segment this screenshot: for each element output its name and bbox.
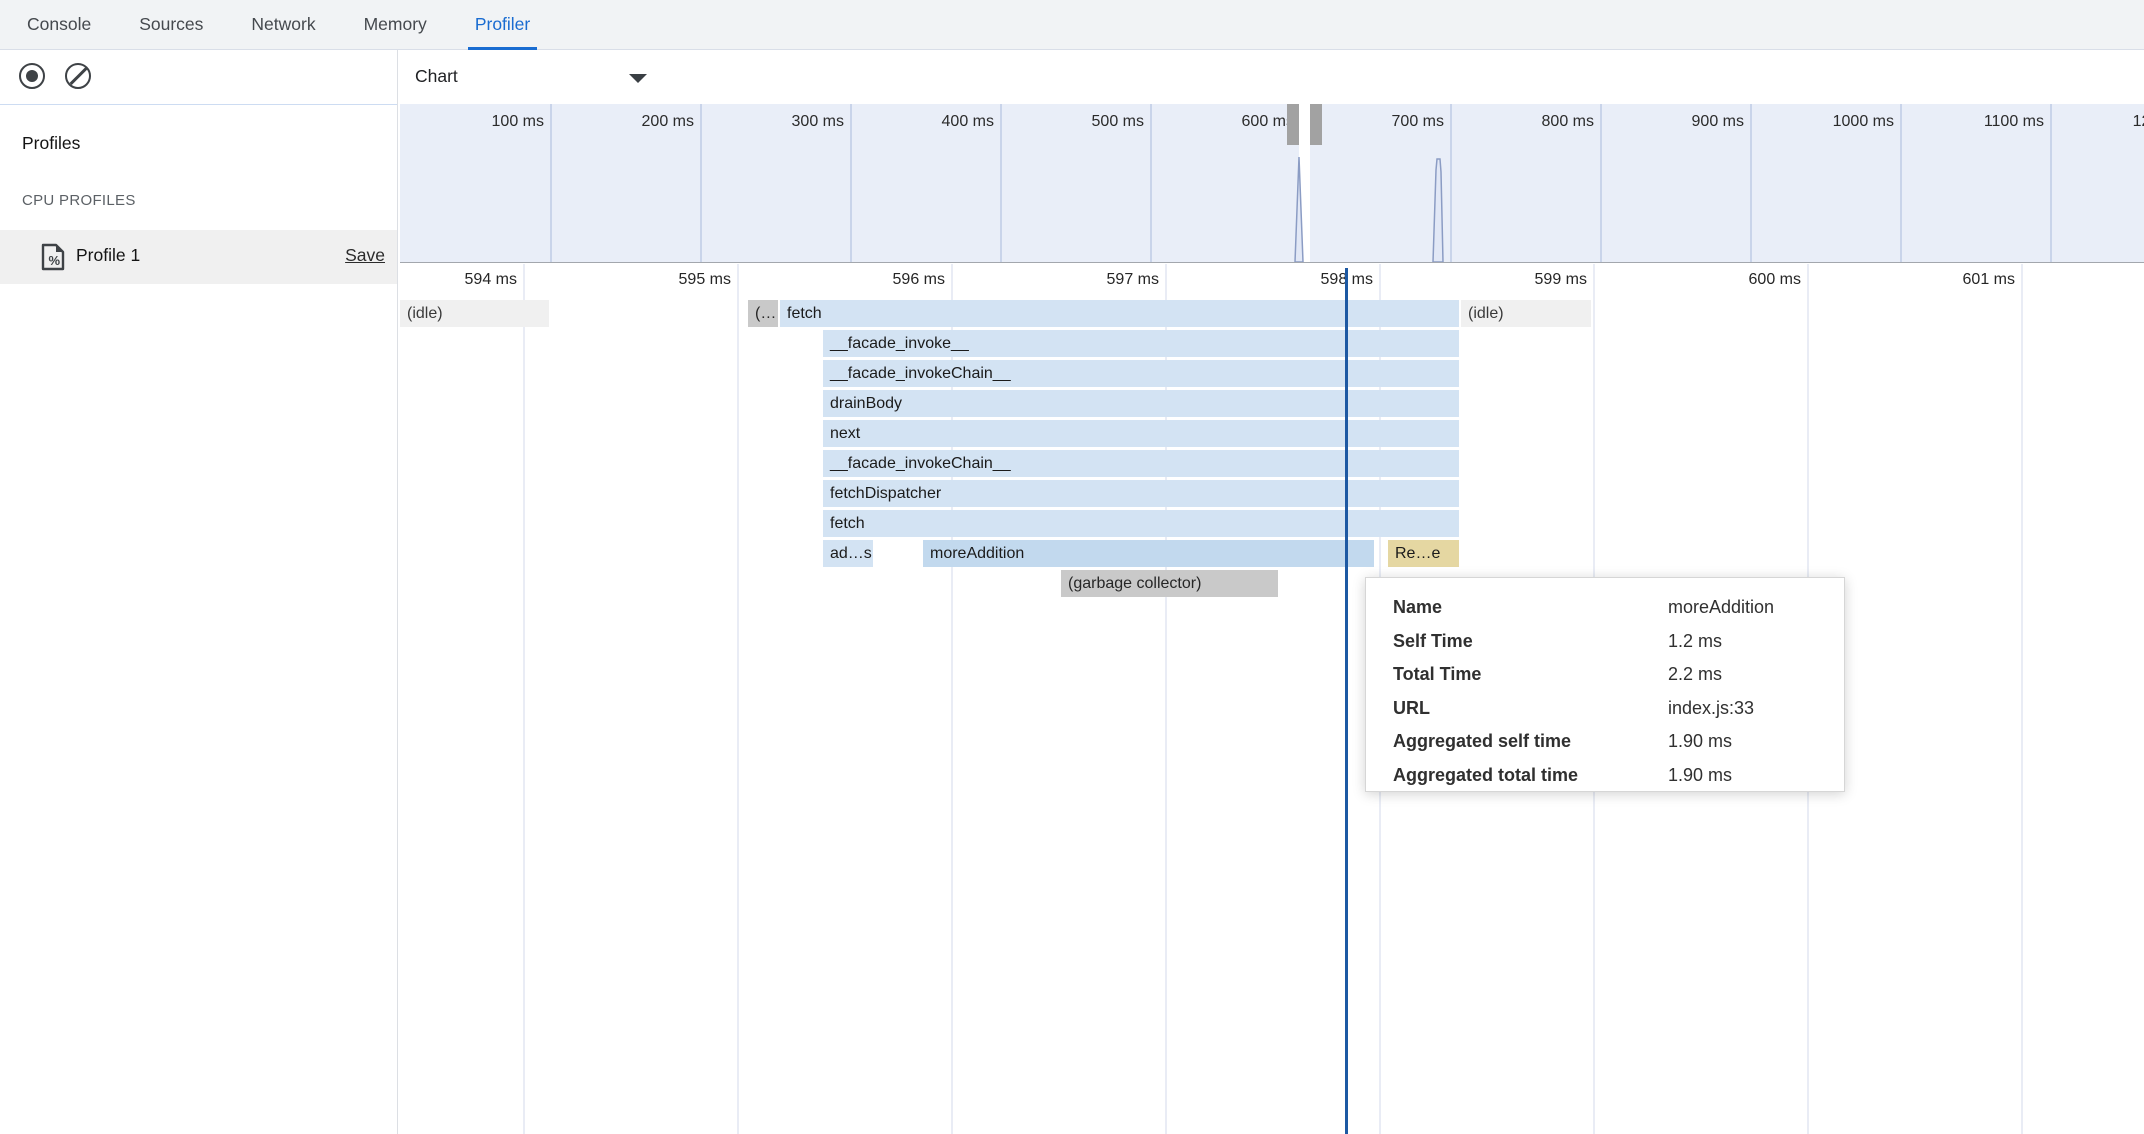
flame-tick-label: 598 ms [1263, 271, 1373, 289]
tooltip-value: index.js:33 [1668, 698, 1754, 719]
flame-frame-facade-invokechain[interactable]: __facade_invokeChain__ [823, 360, 1459, 387]
flame-tick-label: 600 ms [1691, 271, 1801, 289]
tab-memory[interactable]: Memory [357, 0, 434, 49]
tooltip-row-total-time: Total Time 2.2 ms [1366, 660, 1844, 693]
flame-frame-facade-invoke[interactable]: __facade_invoke__ [823, 330, 1459, 357]
flame-frame-moreaddition[interactable]: moreAddition [923, 540, 1374, 567]
flame-frame-facade-invokechain[interactable]: __facade_invokeChain__ [823, 450, 1459, 477]
tooltip-value: 2.2 ms [1668, 664, 1722, 685]
profiles-title: Profiles [22, 133, 80, 154]
tooltip-row-name: Name moreAddition [1366, 593, 1844, 626]
flame-frame-fetch[interactable]: fetch [780, 300, 1459, 327]
cpu-activity-spikes [400, 104, 2144, 262]
flame-frame-fetch[interactable]: fetch [823, 510, 1459, 537]
tab-network[interactable]: Network [244, 0, 322, 49]
tooltip-row-aggregated-total-time: Aggregated total time 1.90 ms [1366, 761, 1844, 794]
devtools-tab-bar: Console Sources Network Memory Profiler [0, 0, 2144, 50]
flame-tick-label: 597 ms [1049, 271, 1159, 289]
flame-gridline [2021, 264, 2023, 1134]
tooltip-value: 1.90 ms [1668, 765, 1732, 786]
profile-list-item[interactable]: % Profile 1 Save [0, 230, 397, 284]
flame-gridline [523, 264, 525, 1134]
flame-tick-label: 594 ms [407, 271, 517, 289]
devtools-profiler-panel: Console Sources Network Memory Profiler Prof… [0, 0, 2144, 1134]
tooltip-value: moreAddition [1668, 597, 1774, 618]
flame-frame-item[interactable]: (… [748, 300, 778, 327]
tooltip-value: 1.2 ms [1668, 631, 1722, 652]
flame-chart-toolbar: Chart [400, 50, 2144, 104]
flame-frame-idle[interactable]: (idle) [400, 300, 549, 327]
flame-frame-fetchdispatcher[interactable]: fetchDispatcher [823, 480, 1459, 507]
flame-gridline [737, 264, 739, 1134]
flame-tick-label: 596 ms [835, 271, 945, 289]
flame-frame-ad-s[interactable]: ad…s [823, 540, 873, 567]
tab-profiler[interactable]: Profiler [468, 0, 537, 49]
tooltip-label: URL [1393, 698, 1430, 719]
flame-tick-label: 599 ms [1477, 271, 1587, 289]
flame-tick-label: 595 ms [621, 271, 731, 289]
flame-frame-garbage-collector[interactable]: (garbage collector) [1061, 570, 1278, 597]
tooltip-value: 1.90 ms [1668, 731, 1732, 752]
tooltip-label: Aggregated self time [1393, 731, 1571, 752]
flame-chart[interactable]: 594 ms 595 ms 596 ms 597 ms 598 ms 599 ms 600 … [400, 264, 2144, 1134]
frame-details-tooltip: Name moreAddition Self Time 1.2 ms Total Tim… [1365, 577, 1845, 792]
save-profile-link[interactable]: Save [345, 245, 385, 266]
chevron-down-icon [629, 74, 647, 83]
flame-tick-label: 601 ms [1905, 271, 2015, 289]
tooltip-row-url: URL index.js:33 [1366, 694, 1844, 727]
flame-frame-next[interactable]: next [823, 420, 1459, 447]
tooltip-label: Aggregated total time [1393, 765, 1578, 786]
profiler-sidebar: Profiles CPU PROFILES % Profile 1 Save [0, 50, 398, 1134]
profile-document-icon: % [40, 243, 66, 276]
current-time-marker [1345, 268, 1349, 1134]
tooltip-row-self-time: Self Time 1.2 ms [1366, 627, 1844, 660]
clear-icon [69, 67, 86, 84]
flame-frame-drainbody[interactable]: drainBody [823, 390, 1459, 417]
tooltip-label: Name [1393, 597, 1442, 618]
flame-frame-re-e[interactable]: Re…e [1388, 540, 1459, 567]
selection-handle-right[interactable] [1310, 104, 1322, 145]
tab-sources[interactable]: Sources [132, 0, 210, 49]
view-mode-select[interactable]: Chart [414, 58, 664, 96]
flame-frame-idle[interactable]: (idle) [1461, 300, 1591, 327]
cpu-profiles-section-label: CPU PROFILES [22, 192, 136, 209]
profiler-toolbar [0, 50, 397, 105]
record-icon [26, 70, 38, 82]
profile-name: Profile 1 [76, 245, 140, 266]
record-profile-button[interactable] [19, 63, 45, 89]
timeline-overview[interactable]: 100 ms200 ms300 ms400 ms500 ms600 ms700 … [400, 104, 2144, 263]
clear-profiles-button[interactable] [65, 63, 91, 89]
view-mode-value: Chart [415, 66, 458, 87]
selection-handle-left[interactable] [1287, 104, 1299, 145]
svg-text:%: % [49, 253, 61, 268]
tooltip-label: Self Time [1393, 631, 1473, 652]
tooltip-label: Total Time [1393, 664, 1481, 685]
tooltip-row-aggregated-self-time: Aggregated self time 1.90 ms [1366, 727, 1844, 760]
tab-console[interactable]: Console [20, 0, 98, 49]
